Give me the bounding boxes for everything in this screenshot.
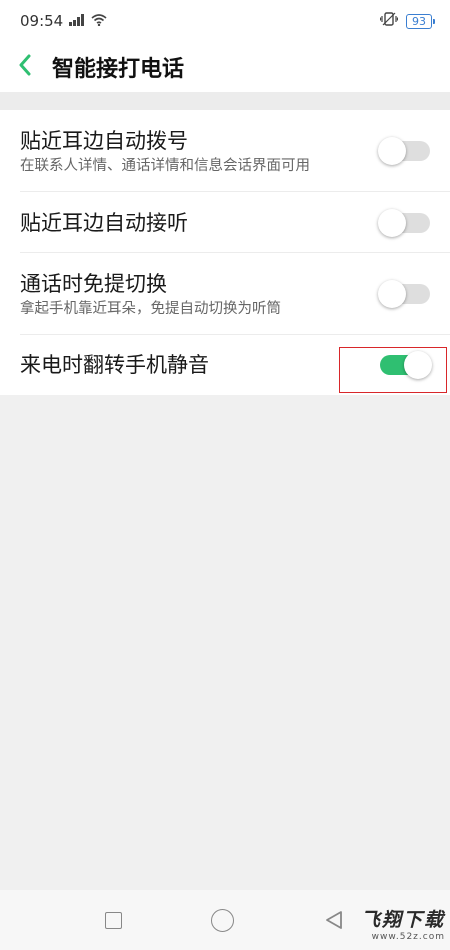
watermark-text: 飞翔下载 [360, 909, 445, 931]
back-button[interactable] [0, 42, 50, 92]
setting-row-auto-dial[interactable]: 贴近耳边自动拨号 在联系人详情、通话详情和信息会话界面可用 [0, 110, 450, 192]
status-bar: 09:54 93 [0, 0, 450, 42]
toggle-switch[interactable] [378, 280, 430, 308]
page-title: 智能接打电话 [52, 57, 185, 82]
setting-title: 贴近耳边自动拨号 [20, 128, 188, 153]
highlight-annotation [339, 347, 447, 393]
chevron-left-icon [18, 54, 32, 80]
wifi-icon [91, 12, 107, 30]
setting-title: 来电时翻转手机静音 [20, 353, 209, 377]
recent-apps-button[interactable] [104, 911, 122, 929]
watermark-url: www.52z.com [371, 932, 445, 942]
status-right: 93 [379, 12, 435, 30]
setting-text: 贴近耳边自动拨号 在联系人详情、通话详情和信息会话界面可用 [20, 127, 310, 176]
setting-subtitle: 拿起手机靠近耳朵，免提自动切换为听筒 [20, 300, 281, 317]
setting-title: 贴近耳边自动接听 [20, 210, 188, 235]
status-time: 09:54 [20, 12, 64, 30]
setting-title: 通话时免提切换 [20, 271, 167, 296]
setting-row-speaker-switch[interactable]: 通话时免提切换 拿起手机靠近耳朵，免提自动切换为听筒 [0, 253, 450, 335]
status-left: 09:54 [20, 12, 107, 30]
setting-text: 来电时翻转手机静音 [20, 351, 209, 379]
setting-text: 贴近耳边自动接听 [20, 209, 188, 237]
battery-icon: 93 [406, 13, 435, 29]
setting-subtitle: 在联系人详情、通话详情和信息会话界面可用 [20, 157, 310, 174]
triangle-back-icon [326, 911, 343, 929]
header: 智能接打电话 [0, 42, 450, 92]
signal-icon [69, 12, 85, 30]
toggle-switch[interactable] [378, 208, 430, 237]
toggle-switch[interactable] [378, 137, 430, 165]
nav-back-button[interactable] [323, 909, 345, 931]
section-gap [0, 92, 450, 110]
toggle-knob [378, 137, 406, 165]
vibrate-icon [379, 12, 399, 30]
watermark: 飞翔下载 www.52z.com [345, 905, 445, 945]
home-button[interactable] [210, 908, 234, 932]
toggle-knob [378, 208, 406, 237]
setting-row-auto-answer[interactable]: 贴近耳边自动接听 [0, 192, 450, 253]
toggle-knob [378, 280, 406, 308]
setting-text: 通话时免提切换 拿起手机靠近耳朵，免提自动切换为听筒 [20, 270, 281, 319]
